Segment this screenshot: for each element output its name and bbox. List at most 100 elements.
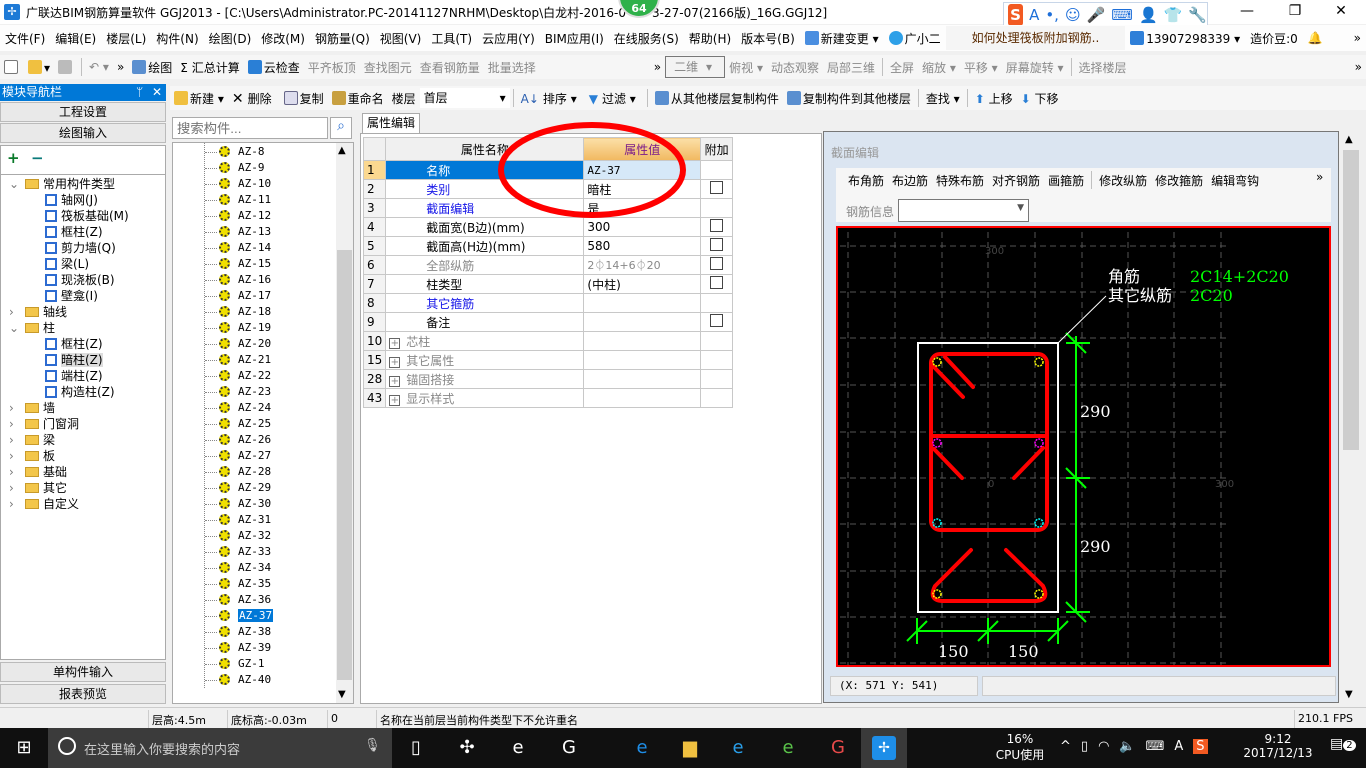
- list-item[interactable]: AZ-40: [205, 672, 271, 688]
- sogou-logo-icon[interactable]: S: [1008, 4, 1024, 26]
- expand-plus-icon[interactable]: +: [389, 356, 401, 368]
- tab-property-edit[interactable]: 属性编辑: [362, 113, 420, 133]
- single-component-input-button[interactable]: 单构件输入: [0, 662, 166, 682]
- property-row[interactable]: 28 + 锚固搭接: [362, 369, 733, 389]
- edge-icon[interactable]: e: [630, 736, 654, 760]
- scroll-down-icon[interactable]: ▼: [1345, 689, 1353, 700]
- expand-all-icon[interactable]: +: [7, 149, 20, 167]
- filter-button[interactable]: ▼ 过滤 ▾: [585, 90, 644, 107]
- list-item[interactable]: AZ-21: [205, 352, 271, 368]
- menu-item[interactable]: 编辑(E): [50, 30, 101, 47]
- battery-icon[interactable]: ▯: [1081, 739, 1088, 754]
- list-item[interactable]: AZ-26: [205, 432, 271, 448]
- property-row[interactable]: 8 其它箍筋: [362, 293, 733, 313]
- menu-item[interactable]: BIM应用(I): [540, 30, 609, 47]
- property-value[interactable]: [583, 350, 702, 370]
- align-slab-top-button[interactable]: 平齐板顶: [304, 59, 360, 76]
- list-item[interactable]: AZ-33: [205, 544, 271, 560]
- tree-item[interactable]: 梁(L): [45, 256, 89, 272]
- tree-item[interactable]: › 墙: [9, 400, 55, 416]
- property-row[interactable]: 5 截面高(H边)(mm) 580: [362, 236, 733, 256]
- draw-button[interactable]: 绘图: [128, 59, 176, 76]
- menu-item[interactable]: 云应用(Y): [477, 30, 540, 47]
- move-down-button[interactable]: ⬇ 下移: [1017, 90, 1063, 107]
- append-checkbox[interactable]: [710, 219, 724, 232]
- property-value[interactable]: 暗柱: [583, 179, 702, 199]
- property-value[interactable]: [583, 331, 702, 351]
- pin-icon[interactable]: ᛘ: [136, 84, 143, 101]
- property-row[interactable]: 7 柱类型 (中柱): [362, 274, 733, 294]
- restore-button[interactable]: ❐: [1272, 0, 1318, 22]
- property-row[interactable]: 10 + 芯柱: [362, 331, 733, 351]
- list-item[interactable]: AZ-22: [205, 368, 271, 384]
- chevron-right-icon[interactable]: ›: [9, 400, 25, 416]
- wifi-icon[interactable]: ◠: [1098, 739, 1109, 754]
- tree-item[interactable]: 筏板基础(M): [45, 208, 129, 224]
- property-row[interactable]: 4 截面宽(B边)(mm) 300: [362, 217, 733, 237]
- chevron-right-icon[interactable]: ›: [9, 304, 25, 320]
- component-search-input[interactable]: [172, 117, 328, 139]
- tree-item[interactable]: › 轴线: [9, 304, 67, 320]
- property-value[interactable]: AZ-37: [583, 160, 702, 180]
- batch-select-button[interactable]: 批量选择: [484, 59, 540, 76]
- cloud-check-button[interactable]: 云检查: [244, 59, 304, 76]
- expand-plus-icon[interactable]: +: [389, 375, 401, 387]
- fan-app-icon[interactable]: ✣: [455, 736, 479, 760]
- project-settings-button[interactable]: 工程设置: [0, 102, 166, 122]
- list-item[interactable]: AZ-9: [205, 160, 265, 176]
- tree-item[interactable]: 构造柱(Z): [45, 384, 115, 400]
- section-tool-button[interactable]: 修改箍筋: [1151, 172, 1207, 189]
- rebar-info-select[interactable]: ▼: [898, 199, 1029, 222]
- pan-button[interactable]: 平移 ▾: [960, 59, 1002, 76]
- menu-item[interactable]: 修改(M): [256, 30, 310, 47]
- tree-item[interactable]: 剪力墙(Q): [45, 240, 116, 256]
- section-tool-button[interactable]: 编辑弯钩: [1207, 172, 1263, 189]
- section-toolbar-more[interactable]: »: [1316, 170, 1323, 184]
- list-item[interactable]: AZ-28: [205, 464, 271, 480]
- tree-item[interactable]: 端柱(Z): [45, 368, 103, 384]
- microphone-icon[interactable]: 🎙: [364, 738, 381, 753]
- scrollbar-thumb[interactable]: [337, 250, 352, 680]
- property-value[interactable]: [583, 369, 702, 389]
- local-3d-button[interactable]: 局部三维: [823, 59, 879, 76]
- list-item[interactable]: AZ-13: [205, 224, 271, 240]
- search-icon[interactable]: ⌕: [330, 117, 352, 139]
- sort-button[interactable]: A↓ 排序 ▾: [517, 90, 585, 107]
- list-item[interactable]: AZ-18: [205, 304, 271, 320]
- delete-button[interactable]: ✕ 删除: [228, 90, 280, 107]
- append-checkbox[interactable]: [710, 238, 724, 251]
- chevron-right-icon[interactable]: ›: [9, 480, 25, 496]
- tree-item[interactable]: › 门窗洞: [9, 416, 79, 432]
- list-item[interactable]: AZ-34: [205, 560, 271, 576]
- keyboard-icon[interactable]: ⌨: [1146, 739, 1165, 754]
- menu-item[interactable]: 版本号(B): [736, 30, 800, 47]
- help-question-link[interactable]: 如何处理筏板附加钢筋..: [945, 26, 1126, 50]
- user-icon[interactable]: 👤: [1139, 6, 1158, 24]
- clock[interactable]: 9:12 2017/12/13: [1238, 732, 1318, 760]
- list-item[interactable]: AZ-11: [205, 192, 271, 208]
- report-preview-button[interactable]: 报表预览: [0, 684, 166, 704]
- section-tool-button[interactable]: 画箍筋: [1044, 172, 1088, 189]
- list-item[interactable]: AZ-27: [205, 448, 271, 464]
- tree-item[interactable]: 暗柱(Z): [45, 352, 103, 368]
- view-rebar-qty-button[interactable]: 查看钢筋量: [416, 59, 484, 76]
- list-item[interactable]: AZ-36: [205, 592, 271, 608]
- rotate-screen-button[interactable]: 屏幕旋转 ▾: [1002, 59, 1068, 76]
- fullscreen-button[interactable]: 全屏: [886, 59, 918, 76]
- collapse-all-icon[interactable]: −: [31, 149, 44, 167]
- tree-item[interactable]: › 自定义: [9, 496, 79, 512]
- microphone-icon[interactable]: 🎤: [1087, 6, 1106, 24]
- property-value[interactable]: 是: [583, 198, 702, 218]
- property-value[interactable]: [583, 293, 702, 313]
- ime-mode[interactable]: A: [1174, 739, 1183, 754]
- select-floor-button[interactable]: 选择楼层: [1075, 59, 1131, 76]
- property-row[interactable]: 9 备注: [362, 312, 733, 332]
- toolbar-more-button-3[interactable]: »: [1351, 60, 1366, 74]
- menu-more-button[interactable]: »: [1349, 31, 1366, 45]
- chevron-right-icon[interactable]: ›: [9, 464, 25, 480]
- list-item[interactable]: AZ-37: [205, 608, 274, 624]
- section-tool-button[interactable]: 布边筋: [888, 172, 932, 189]
- section-tool-button[interactable]: 修改纵筋: [1095, 172, 1151, 189]
- expand-plus-icon[interactable]: +: [389, 394, 401, 406]
- nav-close-button[interactable]: ✕: [152, 84, 162, 101]
